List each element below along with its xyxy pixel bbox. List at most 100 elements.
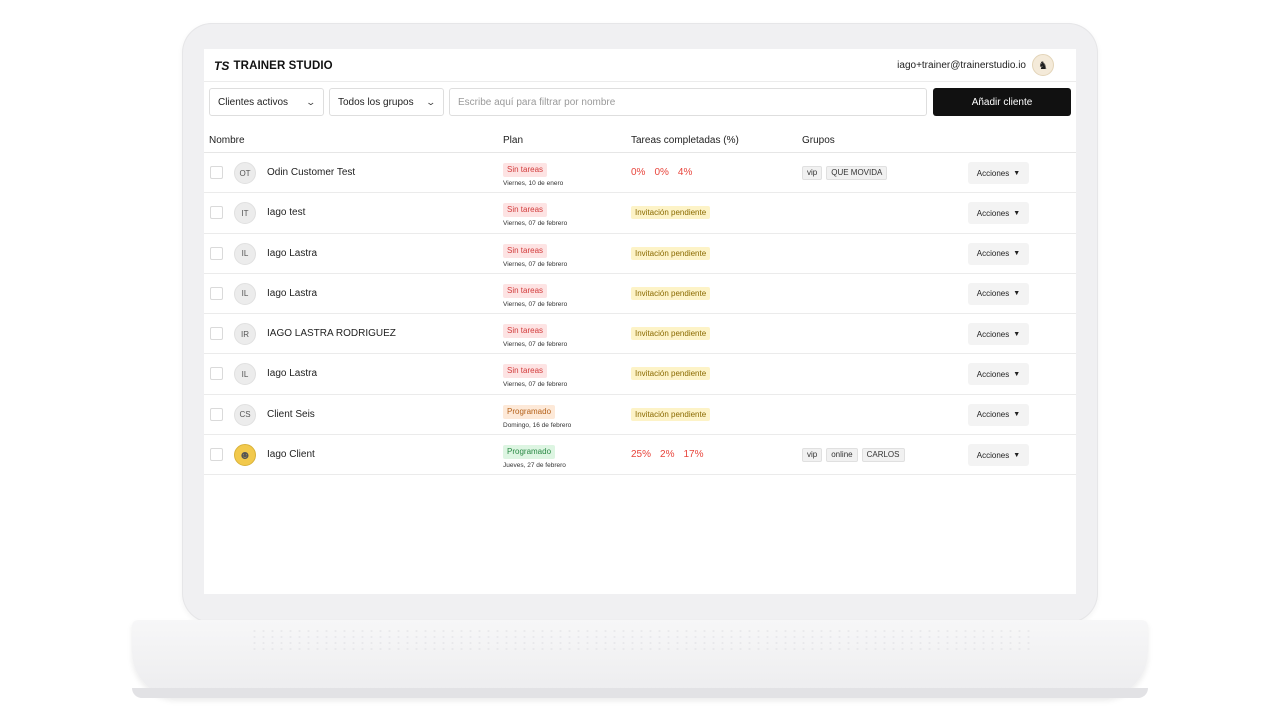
group-filter-select[interactable]: Todos los grupos ⌄	[329, 88, 444, 116]
table-row[interactable]: IR IAGO LASTRA RODRIGUEZ Sin tareas Viernes…	[204, 314, 1076, 355]
caret-down-icon: ▼	[1013, 250, 1021, 258]
actions-button[interactable]: Acciones ▼	[968, 363, 1029, 386]
client-initials: CS	[239, 410, 251, 420]
actions-label: Acciones	[976, 450, 1010, 460]
task-percent: 0%	[654, 167, 669, 178]
brand-name: TRAINER STUDIO	[233, 60, 333, 72]
status-filter-select[interactable]: Clientes activos ⌄	[209, 88, 324, 116]
invitation-pending-badge: Invitación pendiente	[631, 327, 711, 341]
client-avatar: ☻	[234, 444, 256, 467]
client-name[interactable]: Iago test	[267, 207, 305, 218]
client-avatar: IL	[234, 282, 256, 305]
laptop-base-lip	[132, 688, 1148, 698]
actions-button[interactable]: Acciones ▼	[968, 242, 1029, 265]
client-avatar: OT	[234, 162, 256, 184]
user-avatar[interactable]: ♞	[1032, 54, 1054, 76]
plan-status-badge: Sin tareas	[503, 364, 548, 379]
group-tag[interactable]: vip	[802, 448, 823, 463]
table-row[interactable]: ☻ Iago Client Programado Jueves, 27 de febr…	[204, 435, 1076, 476]
column-header-name[interactable]: Nombre	[209, 135, 245, 146]
row-checkbox[interactable]	[210, 327, 223, 341]
brand-logo-mark: TS	[214, 59, 230, 73]
plan-status-badge: Sin tareas	[503, 203, 548, 218]
client-avatar: IT	[234, 202, 256, 225]
plan-status-badge: Sin tareas	[503, 243, 548, 258]
actions-button[interactable]: Acciones ▼	[968, 444, 1029, 467]
caret-down-icon: ▼	[1013, 451, 1021, 459]
laptop-keyboard-grille	[250, 628, 1030, 650]
actions-label: Acciones	[976, 208, 1010, 218]
plan-cell: Sin tareas Viernes, 10 de enero	[503, 159, 563, 187]
plan-date: Viernes, 07 de febrero	[503, 341, 568, 349]
group-filter-value: Todos los grupos	[338, 96, 414, 108]
brand-logo[interactable]: TS TRAINER STUDIO	[214, 59, 333, 73]
column-header-tasks[interactable]: Tareas completadas (%)	[631, 135, 739, 146]
group-tags: vip QUE MOVIDA	[802, 166, 888, 180]
plan-date: Jueves, 27 de febrero	[503, 462, 566, 470]
caret-down-icon: ▼	[1013, 290, 1021, 298]
row-checkbox[interactable]	[210, 166, 223, 179]
plan-date: Viernes, 10 de enero	[503, 180, 564, 187]
table-row[interactable]: OT Odin Customer Test Sin tareas Viernes, 1…	[204, 153, 1076, 194]
actions-button[interactable]: Acciones ▼	[968, 282, 1029, 305]
plan-cell: Programado Domingo, 16 de febrero	[503, 401, 571, 429]
invitation-pending-badge: Invitación pendiente	[631, 206, 711, 220]
task-percent: 17%	[683, 449, 704, 461]
plan-date: Viernes, 07 de febrero	[503, 260, 568, 268]
plan-cell: Sin tareas Viernes, 07 de febrero	[503, 360, 567, 388]
group-tag[interactable]: vip	[802, 166, 823, 180]
caret-down-icon: ▼	[1013, 209, 1021, 217]
table-row[interactable]: IL Iago Lastra Sin tareas Viernes, 07 de fe…	[204, 234, 1076, 274]
client-avatar: CS	[234, 403, 256, 426]
client-name[interactable]: Iago Lastra	[267, 288, 317, 299]
table-row[interactable]: CS Client Seis Programado Domingo, 16 de fe…	[204, 395, 1076, 436]
caret-down-icon: ▼	[1013, 169, 1021, 177]
search-input[interactable]	[449, 88, 927, 116]
add-client-button[interactable]: Añadir cliente	[933, 88, 1071, 116]
caret-down-icon: ▼	[1013, 330, 1021, 338]
actions-button[interactable]: Acciones ▼	[968, 202, 1029, 225]
plan-status-badge: Programado	[503, 404, 556, 419]
client-initials: IL	[241, 249, 249, 259]
client-name[interactable]: Iago Lastra	[267, 368, 317, 379]
client-name[interactable]: Odin Customer Test	[267, 167, 355, 178]
client-initials: IR	[241, 329, 249, 339]
group-tag[interactable]: CARLOS	[861, 448, 905, 463]
plan-date: Viernes, 07 de febrero	[503, 220, 568, 228]
row-checkbox[interactable]	[210, 367, 223, 381]
row-checkbox[interactable]	[210, 246, 223, 260]
caret-down-icon: ▼	[1013, 411, 1021, 419]
table-header: Nombre Plan Tareas completadas (%) Grupo…	[204, 131, 1076, 153]
invitation-pending-badge: Invitación pendiente	[631, 407, 711, 421]
group-tag[interactable]: online	[826, 448, 858, 463]
task-percent: 4%	[677, 167, 693, 178]
chevron-down-icon: ⌄	[305, 96, 317, 107]
column-header-groups[interactable]: Grupos	[802, 135, 835, 146]
table-row[interactable]: IT Iago test Sin tareas Viernes, 07 de febr…	[204, 193, 1076, 234]
client-name[interactable]: Iago Lastra	[267, 248, 317, 259]
client-name[interactable]: Client Seis	[267, 409, 315, 420]
client-initials: IT	[241, 208, 249, 218]
client-initials: IL	[241, 369, 249, 379]
actions-button[interactable]: Acciones ▼	[968, 162, 1029, 184]
row-checkbox[interactable]	[210, 448, 223, 462]
actions-button[interactable]: Acciones ▼	[968, 323, 1029, 346]
table-row[interactable]: IL Iago Lastra Sin tareas Viernes, 07 de fe…	[204, 354, 1076, 395]
plan-status-badge: Sin tareas	[503, 324, 548, 339]
row-checkbox[interactable]	[210, 286, 223, 300]
table-row[interactable]: IL Iago Lastra Sin tareas Viernes, 07 de fe…	[204, 274, 1076, 315]
group-tag[interactable]: QUE MOVIDA	[826, 166, 888, 180]
row-checkbox[interactable]	[210, 407, 223, 421]
plan-status-badge: Sin tareas	[503, 163, 548, 177]
caret-down-icon: ▼	[1013, 370, 1021, 378]
client-avatar: IR	[234, 323, 256, 346]
invitation-pending-badge: Invitación pendiente	[631, 246, 711, 260]
actions-button[interactable]: Acciones ▼	[968, 403, 1029, 426]
client-name[interactable]: IAGO LASTRA RODRIGUEZ	[267, 328, 396, 339]
row-checkbox[interactable]	[210, 206, 223, 220]
task-completion: 25% 2% 17%	[631, 449, 712, 460]
client-name[interactable]: Iago Client	[267, 449, 315, 460]
column-header-plan[interactable]: Plan	[503, 135, 523, 146]
actions-label: Acciones	[976, 410, 1010, 420]
filter-toolbar: Clientes activos ⌄ Todos los grupos ⌄ Añ…	[209, 88, 1071, 116]
